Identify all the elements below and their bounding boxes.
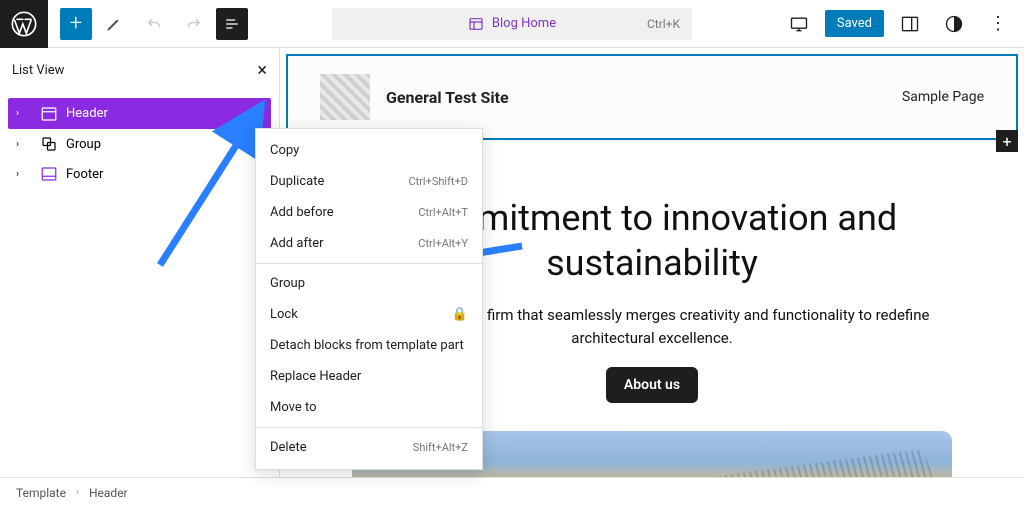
menu-label: Delete: [270, 440, 307, 455]
desktop-icon: [789, 14, 809, 34]
group-block-icon: [40, 135, 58, 153]
styles-button[interactable]: [936, 6, 972, 42]
site-title[interactable]: General Test Site: [386, 88, 509, 107]
edit-tool-button[interactable]: [96, 6, 132, 42]
toolbar-right-group: Saved ⋮: [781, 6, 1024, 42]
list-item-header[interactable]: › Header ⋮: [8, 98, 271, 129]
menu-label: Add after: [270, 236, 324, 251]
document-bar[interactable]: Blog Home Ctrl+K: [332, 8, 692, 40]
menu-group[interactable]: Group: [256, 268, 482, 299]
menu-shortcut: Shift+Alt+Z: [413, 441, 468, 454]
site-logo-placeholder[interactable]: [320, 74, 370, 120]
pencil-icon: [105, 15, 123, 33]
close-list-view-button[interactable]: ×: [257, 60, 267, 81]
menu-label: Detach blocks from template part: [270, 338, 464, 353]
document-title: Blog Home: [492, 16, 556, 31]
lock-icon: 🔒: [452, 307, 468, 322]
save-button[interactable]: Saved: [825, 10, 884, 37]
menu-move-to[interactable]: Move to: [256, 392, 482, 423]
hero-heading-line2: sustainability: [546, 242, 758, 284]
list-item-group[interactable]: › Group: [8, 129, 271, 159]
menu-add-after[interactable]: Add after Ctrl+Alt+Y: [256, 228, 482, 259]
sidebar-icon: [900, 14, 920, 34]
menu-label: Replace Header: [270, 369, 361, 384]
wordpress-logo[interactable]: [0, 0, 48, 48]
menu-add-before[interactable]: Add before Ctrl+Alt+T: [256, 197, 482, 228]
menu-label: Move to: [270, 400, 317, 415]
contrast-icon: [944, 14, 964, 34]
hero-cta-label: About us: [624, 377, 680, 393]
list-item-label: Header: [66, 106, 108, 121]
chevron-right-icon: ›: [16, 139, 32, 150]
menu-replace-header[interactable]: Replace Header: [256, 361, 482, 392]
undo-icon: [145, 15, 163, 33]
top-toolbar: + Blog Home Ctrl+K Saved ⋮: [0, 0, 1024, 48]
list-view-header: List View ×: [0, 48, 279, 94]
block-options-button[interactable]: ⋮: [248, 104, 263, 123]
wordpress-icon: [10, 10, 38, 38]
menu-label: Lock: [270, 307, 298, 322]
hero-cta-button[interactable]: About us: [606, 367, 698, 403]
menu-label: Copy: [270, 143, 299, 158]
undo-button[interactable]: [136, 6, 172, 42]
menu-label: Group: [270, 276, 305, 291]
chevron-right-icon: ›: [76, 487, 79, 498]
menu-delete[interactable]: Delete Shift+Alt+Z: [256, 432, 482, 463]
nav-link-sample-page[interactable]: Sample Page: [902, 89, 984, 105]
chevron-right-icon: ›: [16, 108, 32, 119]
menu-separator: [256, 263, 482, 264]
toolbar-left-group: +: [48, 6, 248, 42]
redo-button[interactable]: [176, 6, 212, 42]
breadcrumb: Template › Header: [0, 477, 1024, 507]
menu-detach[interactable]: Detach blocks from template part: [256, 330, 482, 361]
add-block-inline-button[interactable]: +: [996, 130, 1018, 152]
list-view-sidebar: List View × › Header ⋮ › Group › Footer: [0, 48, 280, 477]
more-options-button[interactable]: ⋮: [980, 6, 1016, 42]
settings-sidebar-button[interactable]: [892, 6, 928, 42]
chevron-right-icon: ›: [16, 169, 32, 180]
menu-shortcut: Ctrl+Shift+D: [408, 175, 468, 188]
list-item-footer[interactable]: › Footer: [8, 159, 271, 189]
block-context-menu: Copy Duplicate Ctrl+Shift+D Add before Ctr…: [255, 128, 483, 470]
view-button[interactable]: [781, 6, 817, 42]
menu-shortcut: Ctrl+Alt+T: [418, 206, 468, 219]
list-view-toggle-button[interactable]: [216, 8, 248, 40]
menu-shortcut: Ctrl+Alt+Y: [418, 237, 468, 250]
list-view-icon: [224, 16, 240, 32]
kebab-icon: ⋮: [989, 15, 1007, 33]
breadcrumb-current[interactable]: Header: [89, 486, 128, 500]
menu-duplicate[interactable]: Duplicate Ctrl+Shift+D: [256, 166, 482, 197]
header-block-icon: [40, 105, 58, 123]
breadcrumb-root[interactable]: Template: [16, 486, 66, 500]
list-item-label: Group: [66, 137, 101, 152]
layout-icon: [468, 16, 484, 32]
add-block-button[interactable]: +: [60, 8, 92, 40]
list-view-tree: › Header ⋮ › Group › Footer: [0, 94, 279, 193]
document-shortcut: Ctrl+K: [647, 17, 680, 31]
menu-separator: [256, 427, 482, 428]
menu-label: Duplicate: [270, 174, 324, 189]
save-button-label: Saved: [837, 16, 872, 31]
redo-icon: [185, 15, 203, 33]
menu-label: Add before: [270, 205, 334, 220]
menu-copy[interactable]: Copy: [256, 135, 482, 166]
header-left: General Test Site: [320, 74, 509, 120]
list-view-title: List View: [12, 63, 64, 78]
main-area: List View × › Header ⋮ › Group › Footer: [0, 48, 1024, 477]
menu-lock[interactable]: Lock 🔒: [256, 299, 482, 330]
footer-block-icon: [40, 165, 58, 183]
list-item-label: Footer: [66, 167, 103, 182]
